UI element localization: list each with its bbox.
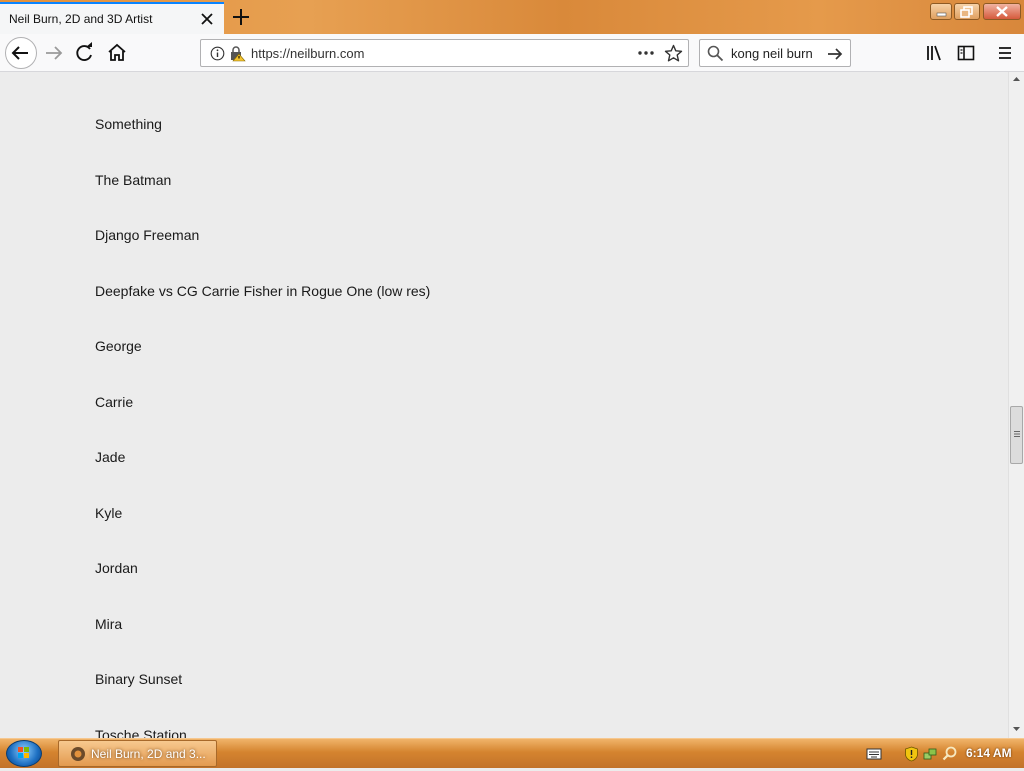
url-text[interactable]: https://neilburn.com xyxy=(251,46,364,61)
page-actions-icon[interactable] xyxy=(637,46,655,60)
list-item[interactable]: Kyle xyxy=(95,505,430,561)
taskbar: Neil Burn, 2D and 3... 6:14 AM xyxy=(0,738,1024,768)
insecure-lock-icon[interactable] xyxy=(229,45,246,62)
taskbar-app-firefox[interactable]: Neil Burn, 2D and 3... xyxy=(58,740,217,767)
new-tab-icon[interactable] xyxy=(230,6,252,28)
tab-title: Neil Burn, 2D and 3D Artist xyxy=(9,12,153,26)
tab-strip: Neil Burn, 2D and 3D Artist xyxy=(0,0,1024,34)
library-icon[interactable] xyxy=(924,43,944,63)
list-item[interactable]: Something xyxy=(95,116,430,172)
back-arrow-icon xyxy=(11,46,28,60)
search-box[interactable]: kong neil burn xyxy=(699,39,851,67)
list-item[interactable]: Deepfake vs CG Carrie Fisher in Rogue On… xyxy=(95,283,430,339)
grip-icon xyxy=(1014,431,1020,437)
list-item[interactable]: Jade xyxy=(95,449,430,505)
list-item[interactable]: The Batman xyxy=(95,172,430,228)
reload-icon xyxy=(76,42,92,61)
project-list: Something The Batman Django Freeman Deep… xyxy=(95,116,430,738)
home-button[interactable] xyxy=(103,39,131,67)
list-item[interactable]: Django Freeman xyxy=(95,227,430,283)
page-content: Something The Batman Django Freeman Deep… xyxy=(0,72,1008,738)
search-go-icon[interactable] xyxy=(826,45,844,63)
taskbar-app-label: Neil Burn, 2D and 3... xyxy=(91,747,206,761)
list-item[interactable]: Binary Sunset xyxy=(95,671,430,727)
scroll-up-icon[interactable] xyxy=(1012,75,1021,82)
keyboard-icon[interactable] xyxy=(866,747,882,761)
scroll-thumb[interactable] xyxy=(1010,406,1023,464)
search-input[interactable]: kong neil burn xyxy=(731,46,813,61)
address-bar[interactable]: https://neilburn.com xyxy=(200,39,689,67)
bookmark-star-icon[interactable] xyxy=(664,44,683,63)
restore-button[interactable] xyxy=(954,3,980,20)
reload-button[interactable] xyxy=(71,39,99,67)
info-icon[interactable] xyxy=(210,46,225,61)
forward-arrow-icon xyxy=(46,46,63,60)
start-button[interactable] xyxy=(6,740,42,767)
search-tray-icon[interactable] xyxy=(941,745,959,763)
close-tab-icon[interactable] xyxy=(198,10,216,28)
security-shield-icon[interactable] xyxy=(904,746,919,762)
app-icon xyxy=(71,747,85,761)
home-icon xyxy=(108,43,126,61)
vertical-scrollbar[interactable] xyxy=(1008,72,1024,738)
forward-button[interactable] xyxy=(40,39,68,67)
scroll-down-icon[interactable] xyxy=(1012,726,1021,733)
menu-icon[interactable] xyxy=(995,43,1015,63)
sidebar-icon[interactable] xyxy=(956,43,976,63)
list-item[interactable]: Mira xyxy=(95,616,430,672)
list-item[interactable]: Tosche Station xyxy=(95,727,430,739)
list-item[interactable]: Jordan xyxy=(95,560,430,616)
tab-active[interactable]: Neil Burn, 2D and 3D Artist xyxy=(0,2,224,34)
list-item[interactable]: Carrie xyxy=(95,394,430,450)
nav-toolbar: https://neilburn.com kong neil burn xyxy=(0,34,1024,72)
network-icon[interactable] xyxy=(922,746,938,762)
list-item[interactable]: George xyxy=(95,338,430,394)
back-button[interactable] xyxy=(5,37,37,69)
search-icon xyxy=(707,45,724,62)
minimize-button[interactable] xyxy=(930,3,952,20)
close-window-button[interactable] xyxy=(983,3,1021,20)
windows-logo-icon xyxy=(18,747,29,758)
clock[interactable]: 6:14 AM xyxy=(966,746,1012,760)
